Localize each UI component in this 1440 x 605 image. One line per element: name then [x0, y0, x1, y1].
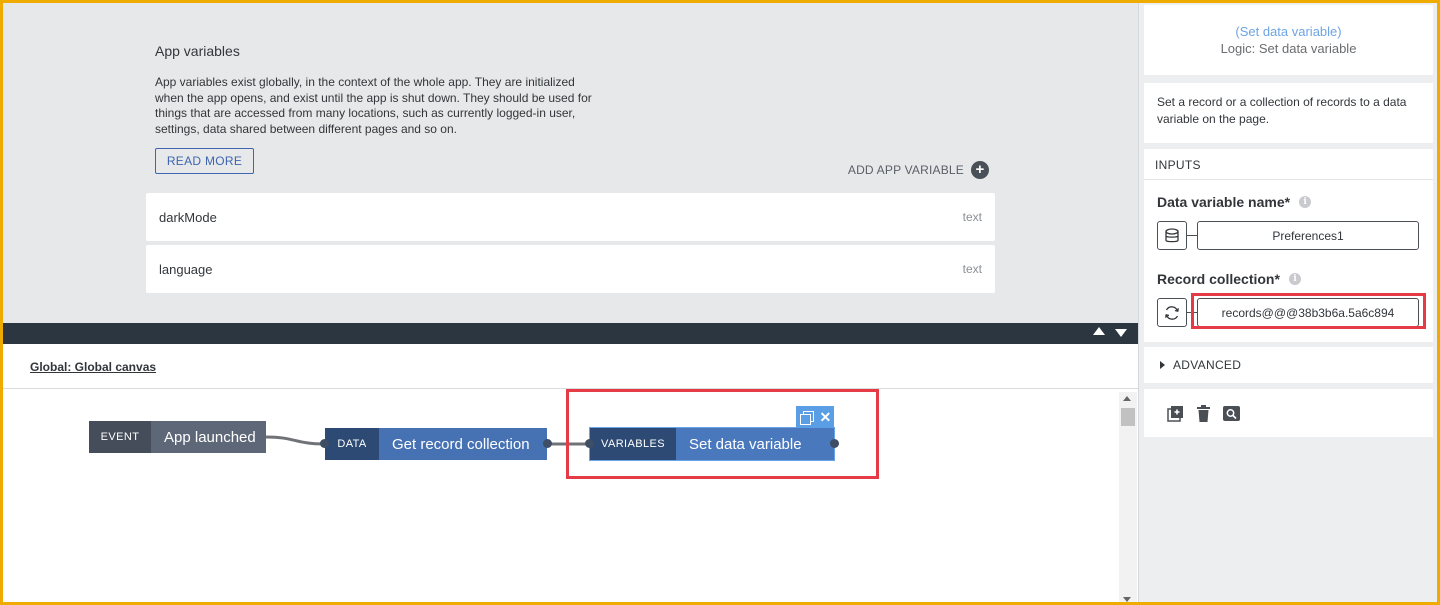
record-collection-input[interactable]: records@@@38b3b6a.5a6c894 — [1197, 298, 1419, 327]
data-variable-name-label: Data variable name* i — [1157, 194, 1312, 210]
node-label: Get record collection — [379, 428, 547, 460]
collapse-down-icon[interactable] — [1115, 329, 1127, 337]
trash-icon[interactable] — [1194, 404, 1212, 422]
field-connector — [1187, 312, 1197, 313]
plus-circle-icon: + — [971, 161, 989, 179]
read-more-button[interactable]: READ MORE — [155, 148, 254, 174]
app-variable-row-darkmode[interactable]: darkMode text — [146, 193, 995, 241]
canvas-edge-marker — [0, 432, 2, 468]
duplicate-icon[interactable] — [799, 410, 814, 425]
app-variables-title: App variables — [155, 43, 240, 59]
node-type-label: Logic: Set data variable — [1220, 41, 1357, 56]
variables-node-set-data-variable[interactable]: VARIABLES Set data variable — [589, 427, 835, 461]
variable-type: text — [962, 262, 982, 276]
data-node-get-record-collection[interactable]: DATA Get record collection — [325, 428, 547, 460]
inputs-title: INPUTS — [1155, 158, 1201, 172]
node-label: App launched — [151, 421, 266, 453]
node-category: VARIABLES — [590, 428, 676, 460]
variable-name: language — [159, 261, 213, 277]
canvas-scrollbar[interactable] — [1119, 392, 1137, 602]
caret-right-icon — [1160, 361, 1165, 369]
canvas-header: Global: Global canvas — [3, 344, 1138, 389]
advanced-label: ADVANCED — [1173, 358, 1242, 372]
global-canvas-link[interactable]: Global: Global canvas — [30, 360, 156, 374]
add-app-variable-label: ADD APP VARIABLE — [847, 163, 964, 177]
scroll-thumb[interactable] — [1121, 408, 1135, 426]
node-category: EVENT — [89, 421, 151, 453]
variable-name: darkMode — [159, 209, 217, 225]
node-actions — [1144, 389, 1433, 437]
search-icon[interactable] — [1222, 404, 1240, 422]
refresh-icon — [1165, 305, 1179, 320]
panel-header: (Set data variable) Logic: Set data vari… — [1144, 5, 1433, 75]
node-description: Set a record or a collection of records … — [1144, 83, 1433, 143]
node-name-link[interactable]: (Set data variable) — [1144, 23, 1433, 40]
node-category: DATA — [325, 428, 379, 460]
info-icon[interactable]: i — [1288, 273, 1301, 285]
variables-node-output-port[interactable] — [830, 439, 839, 448]
node-label: Set data variable — [676, 428, 834, 460]
variables-node-input-port[interactable] — [585, 439, 594, 448]
inputs-section: INPUTS Data variable name* i Preferences… — [1144, 149, 1433, 342]
scroll-up-arrow-icon[interactable] — [1123, 396, 1131, 401]
node-toolbar: ✕ — [796, 406, 834, 428]
expand-up-icon[interactable] — [1093, 327, 1105, 335]
binding-type-button[interactable] — [1157, 298, 1187, 327]
divider — [1144, 179, 1433, 180]
data-node-input-port[interactable] — [320, 439, 329, 448]
app-variables-description: App variables exist globally, in the con… — [155, 75, 592, 136]
add-app-variable-button[interactable]: ADD APP VARIABLE + — [848, 161, 989, 179]
app-variables-panel: App variables App variables exist global… — [3, 3, 1138, 323]
event-node-app-launched[interactable]: EVENT App launched — [89, 421, 266, 453]
binding-type-button[interactable] — [1157, 221, 1187, 250]
app-variable-row-language[interactable]: language text — [146, 245, 995, 293]
record-collection-label: Record collection* i — [1157, 271, 1301, 287]
database-icon — [1165, 227, 1179, 242]
field-label-text: Data variable name* — [1157, 194, 1291, 210]
advanced-toggle[interactable]: ADVANCED — [1144, 347, 1433, 383]
data-node-output-port[interactable] — [543, 439, 552, 448]
scroll-down-arrow-icon[interactable] — [1123, 597, 1131, 602]
data-variable-name-input[interactable]: Preferences1 — [1197, 221, 1419, 250]
info-icon[interactable]: i — [1299, 196, 1312, 208]
close-icon[interactable]: ✕ — [819, 410, 831, 424]
panel-splitter[interactable] — [3, 323, 1138, 344]
variable-type: text — [962, 210, 982, 224]
field-label-text: Record collection* — [1157, 271, 1280, 287]
logic-canvas[interactable]: Global: Global canvas — [3, 344, 1138, 602]
add-icon[interactable] — [1166, 404, 1184, 422]
field-connector — [1187, 235, 1197, 236]
properties-panel: (Set data variable) Logic: Set data vari… — [1138, 3, 1437, 602]
